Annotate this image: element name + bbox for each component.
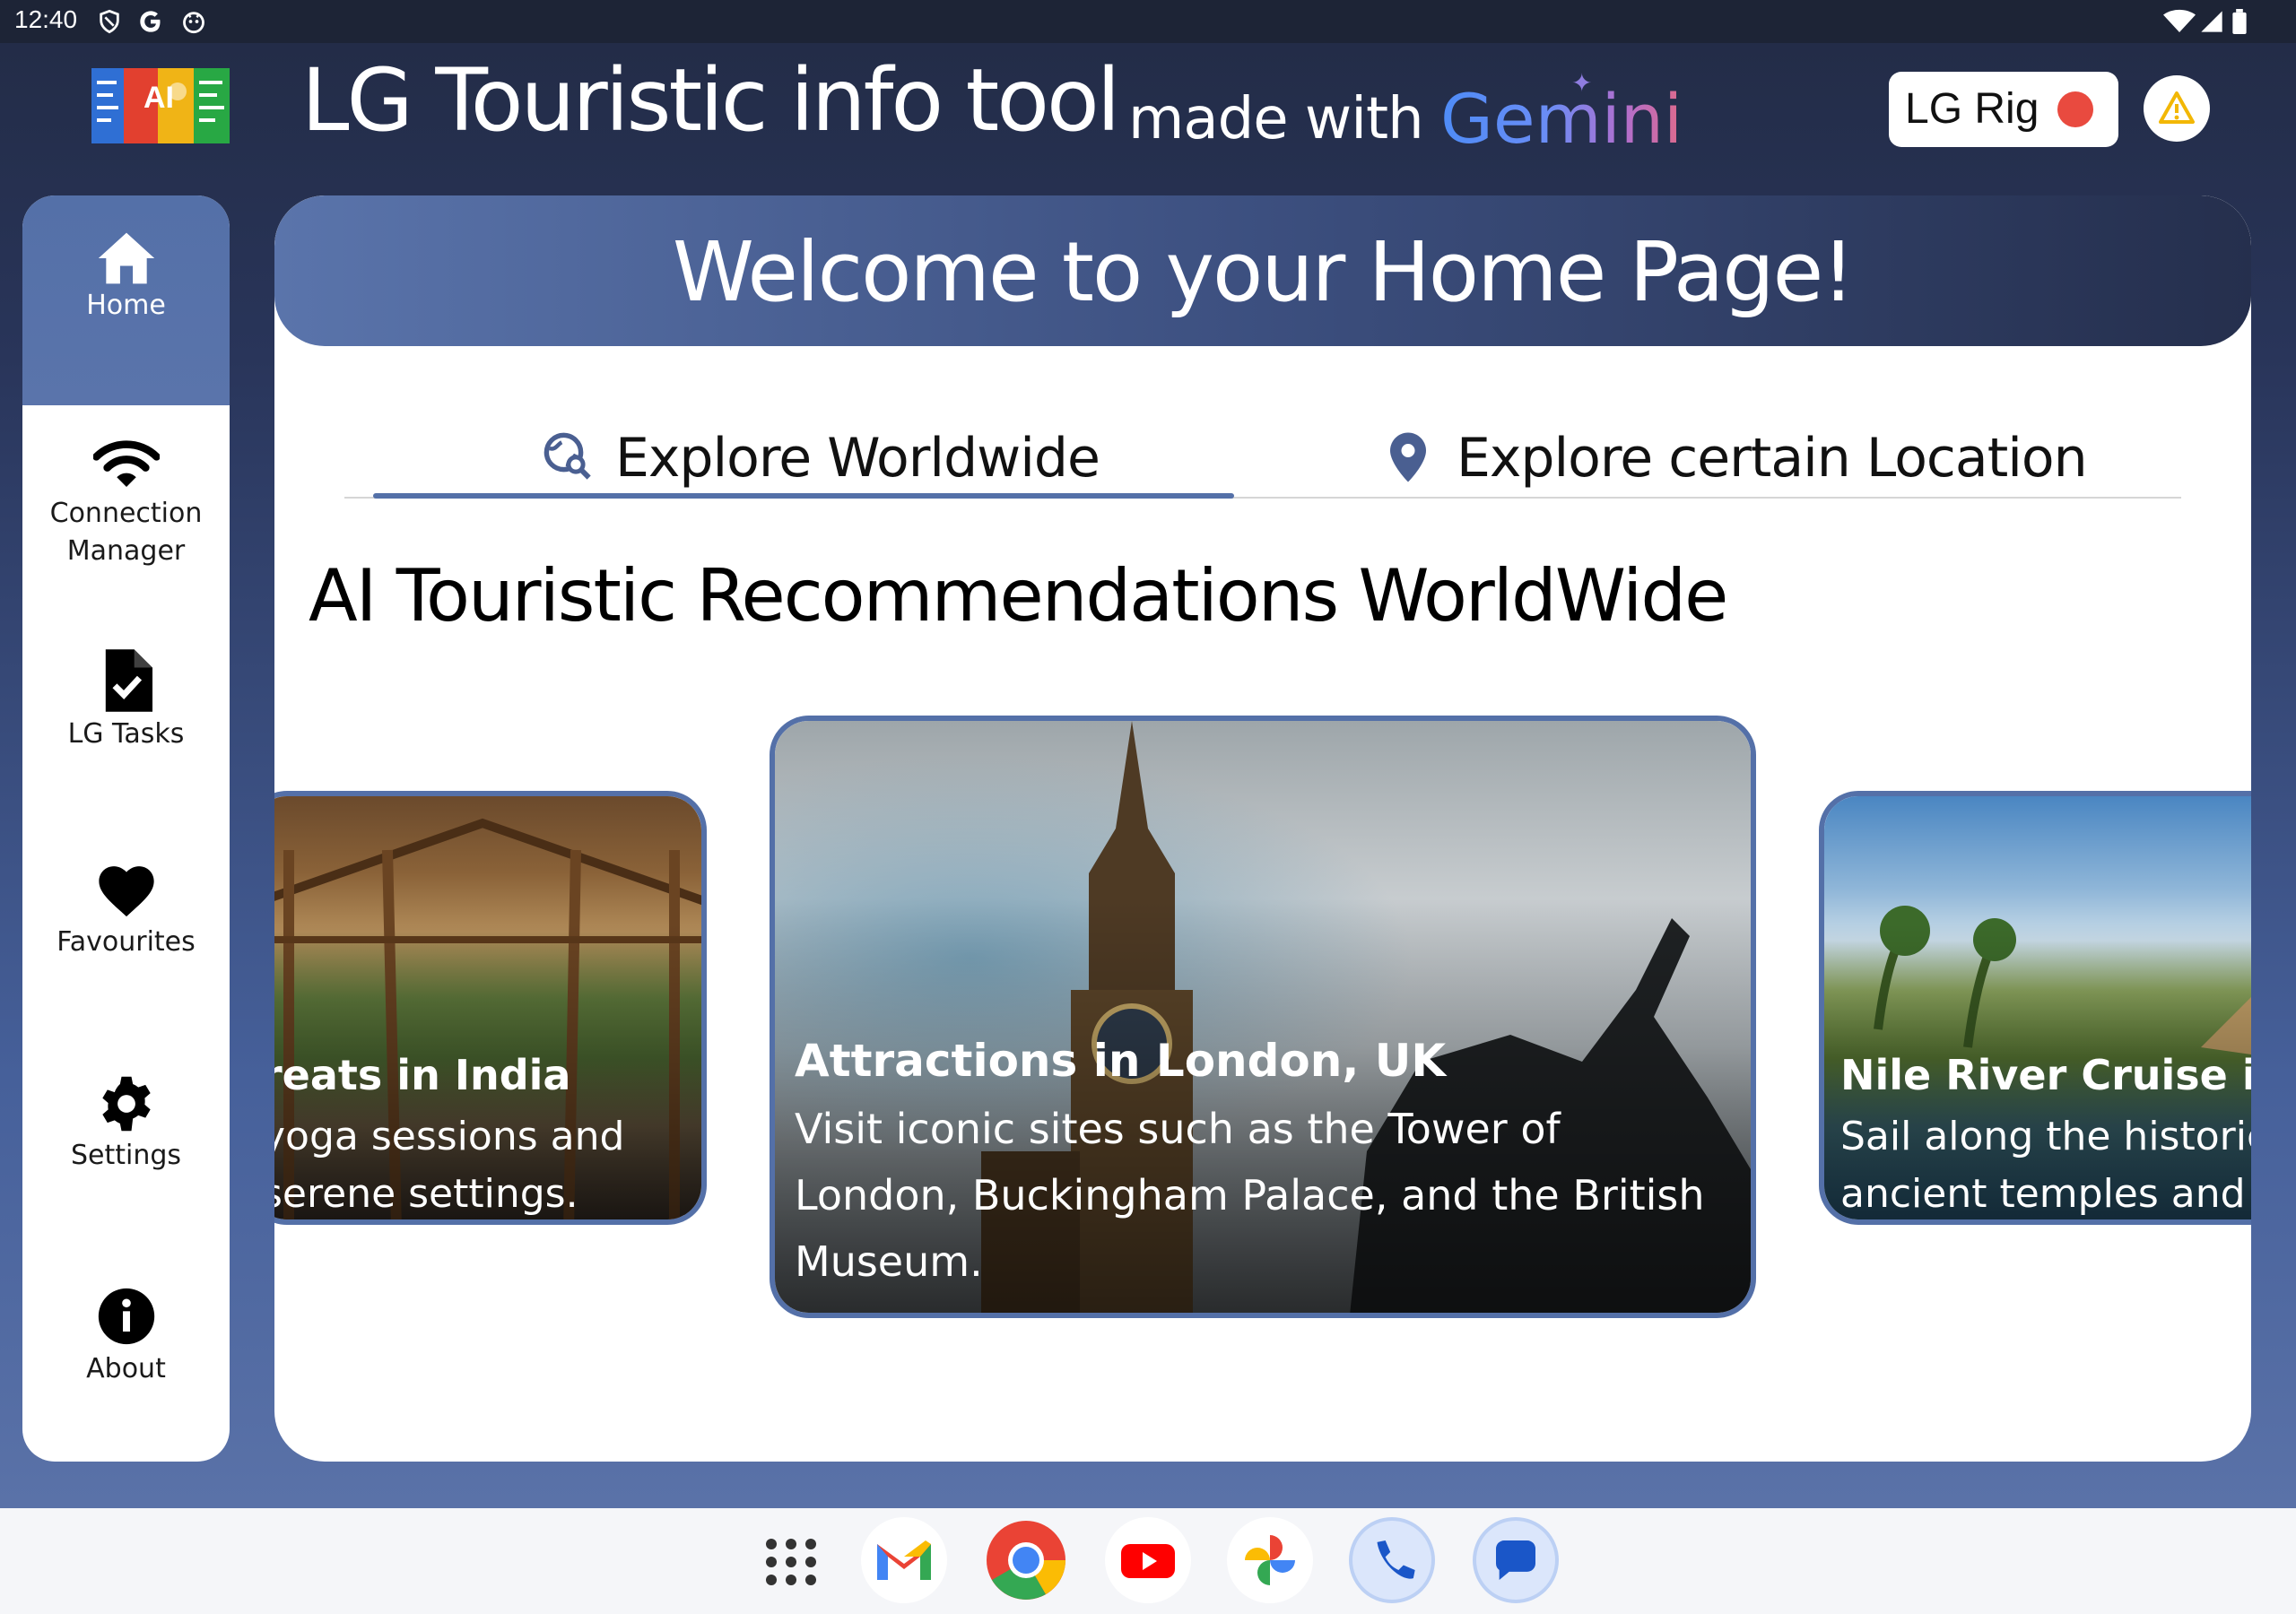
main-panel: Welcome to your Home Page! Explore World…	[274, 195, 2251, 1462]
rig-status-dot	[2057, 91, 2093, 127]
sidebar-item-label: Settings	[70, 1140, 182, 1171]
card-title: reats in India	[274, 1051, 571, 1099]
sidebar-item-settings[interactable]: Settings	[22, 1074, 230, 1236]
made-with-label: made with	[1128, 86, 1424, 152]
warning-button[interactable]	[2144, 75, 2210, 142]
sidebar-item-label: Favourites	[57, 926, 196, 958]
card-desc-line: Sail along the historic N	[1840, 1114, 2251, 1159]
shield-icon	[100, 9, 119, 34]
heart-icon	[98, 866, 154, 917]
card-desc-line: Visit iconic sites such as the Tower of	[795, 1105, 1561, 1153]
wifi-status-icon	[2163, 9, 2196, 32]
tab-label: Explore certain Location	[1457, 427, 2088, 490]
sidebar-item-about[interactable]: About	[22, 1286, 230, 1447]
card-description: yoga sessions and serene settings.	[274, 1108, 625, 1219]
recommendation-card-egypt[interactable]: Nile River Cruise in Egy Sail along the …	[1819, 791, 2251, 1225]
sidebar-item-connection-manager[interactable]: Connection Manager	[22, 438, 230, 617]
chrome-icon	[987, 1521, 1065, 1600]
gemini-brand: Gemini	[1440, 79, 1683, 159]
notification-icon	[183, 12, 204, 34]
lg-rig-label: LG Rig	[1905, 85, 2039, 133]
messages-icon	[1496, 1540, 1535, 1580]
sidebar: Home Connection Manager LG Tasks Favouri…	[22, 195, 230, 1462]
card-desc-line: yoga sessions and	[274, 1114, 625, 1159]
tab-explore-location[interactable]: Explore certain Location	[1263, 404, 2181, 499]
phone-button[interactable]	[1349, 1517, 1435, 1603]
section-title: AI Touristic Recommendations WorldWide	[309, 554, 1728, 638]
google-icon	[140, 11, 161, 32]
app-drawer-button[interactable]	[748, 1517, 834, 1603]
sidebar-item-label: Home	[86, 290, 166, 321]
globe-search-icon	[544, 432, 591, 480]
tab-explore-worldwide[interactable]: Explore Worldwide	[344, 404, 1263, 499]
tab-label: Explore Worldwide	[615, 427, 1100, 490]
location-pin-icon	[1390, 432, 1426, 482]
app-dock	[0, 1508, 2296, 1614]
sidebar-item-home[interactable]: Home	[22, 195, 230, 405]
warning-icon	[2159, 91, 2195, 124]
welcome-banner: Welcome to your Home Page!	[274, 195, 2251, 346]
sidebar-item-label: About	[86, 1353, 166, 1384]
task-icon	[105, 649, 152, 712]
card-desc-line: serene settings.	[274, 1171, 578, 1217]
sidebar-item-label: Connection Manager	[49, 498, 203, 567]
active-tab-indicator	[373, 493, 1234, 499]
app-logo: AI	[88, 65, 233, 151]
photos-icon	[1245, 1535, 1295, 1585]
photos-button[interactable]	[1227, 1517, 1313, 1603]
sidebar-item-label: LG Tasks	[67, 718, 185, 750]
recommendation-card-india[interactable]: reats in India yoga sessions and serene …	[274, 791, 707, 1225]
card-description: Sail along the historic N ancient temple…	[1840, 1108, 2251, 1219]
battery-icon	[2232, 9, 2247, 34]
info-icon	[98, 1288, 154, 1345]
home-icon	[98, 232, 154, 284]
card-desc-line: London, Buckingham Palace, and the Briti…	[795, 1171, 1705, 1219]
youtube-icon	[1121, 1544, 1175, 1578]
status-bar: 12:40	[0, 0, 2296, 43]
app-drawer-icon	[766, 1539, 816, 1585]
sidebar-item-favourites[interactable]: Favourites	[22, 861, 230, 1022]
sidebar-item-lg-tasks[interactable]: LG Tasks	[22, 649, 230, 811]
card-desc-line: ancient temples and mo	[1840, 1171, 2251, 1217]
card-description: Visit iconic sites such as the Tower of …	[795, 1096, 1705, 1295]
gmail-icon	[877, 1540, 931, 1580]
card-title: Attractions in London, UK	[795, 1035, 1447, 1087]
gemini-spark-icon: ✦	[1571, 68, 1593, 98]
chrome-button[interactable]	[983, 1517, 1069, 1603]
gmail-button[interactable]	[861, 1517, 947, 1603]
app-title: LG Touristic info tool	[301, 50, 1120, 151]
wifi-icon	[92, 440, 160, 487]
card-desc-line: Museum.	[795, 1237, 983, 1286]
banner-title: Welcome to your Home Page!	[672, 224, 1855, 320]
tab-bar: Explore Worldwide Explore certain Locati…	[344, 404, 2181, 499]
youtube-button[interactable]	[1105, 1517, 1191, 1603]
logo-text: AI	[144, 81, 174, 115]
messages-button[interactable]	[1473, 1517, 1559, 1603]
phone-icon	[1377, 1540, 1415, 1579]
status-time: 12:40	[14, 5, 78, 33]
lg-rig-status-button[interactable]: LG Rig	[1889, 72, 2118, 147]
signal-icon	[2201, 11, 2222, 32]
card-title: Nile River Cruise in Egy	[1840, 1051, 2251, 1099]
recommendation-card-london[interactable]: Attractions in London, UK Visit iconic s…	[770, 716, 1756, 1318]
gear-icon	[101, 1076, 151, 1132]
